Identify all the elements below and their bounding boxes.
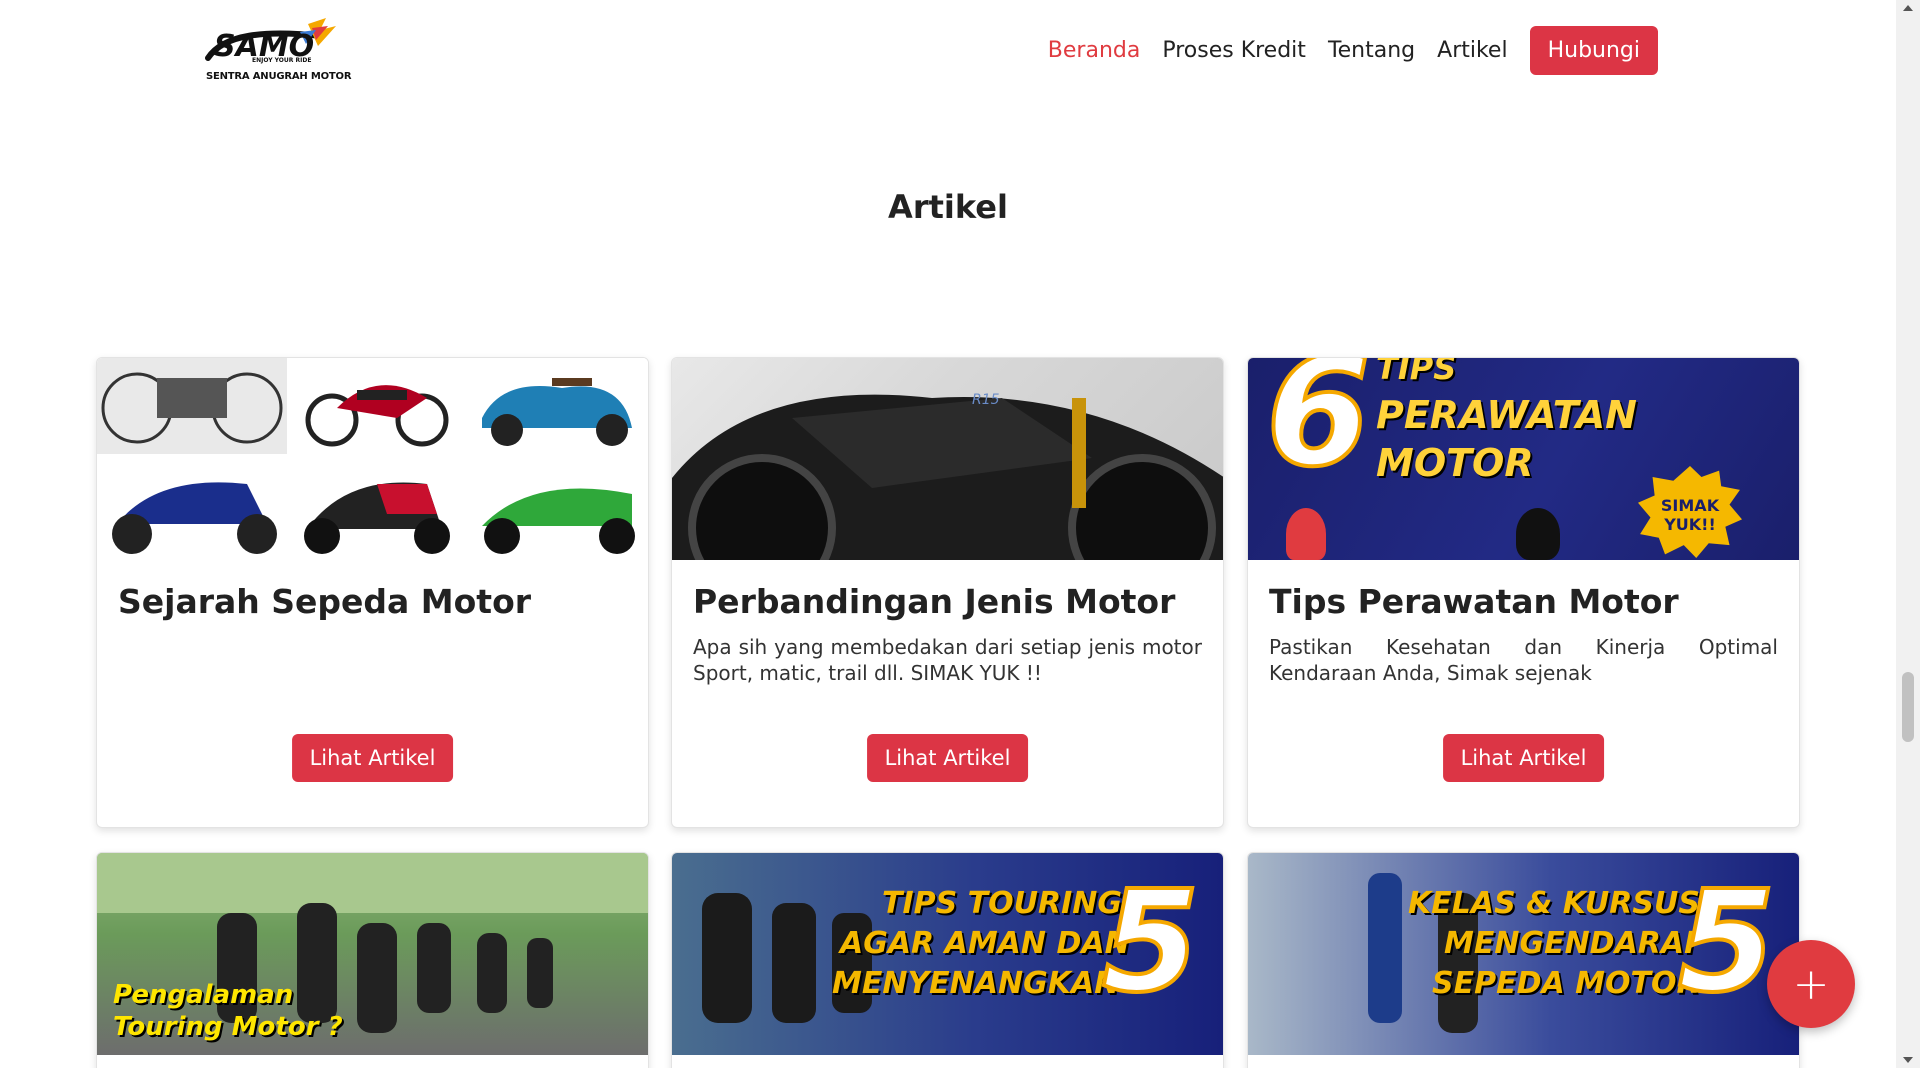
article-title[interactable]: Tips Perawatan Motor: [1269, 582, 1778, 622]
lihat-artikel-button[interactable]: Lihat Artikel: [291, 734, 454, 782]
article-image-sportbike[interactable]: R15: [672, 358, 1223, 560]
article-card: Pengalaman Touring Motor ?: [96, 852, 649, 1068]
simak-yuk-badge: SIMAK YUK!!: [1638, 466, 1742, 558]
page-scrollbar[interactable]: [1896, 0, 1920, 1068]
tile-cub-bike: [287, 358, 462, 454]
article-image-tips-touring[interactable]: TIPS TOURING AGAR AMAN DAN MENYENANGKAN …: [672, 853, 1223, 1055]
lihat-artikel-button[interactable]: Lihat Artikel: [866, 734, 1029, 782]
mascot-icon: [1516, 508, 1560, 560]
svg-text:R15: R15: [972, 392, 1000, 408]
plus-fab-button[interactable]: +: [1767, 940, 1855, 1028]
article-card: Sejarah Sepeda Motor Lihat Artikel: [96, 357, 649, 828]
nav-tentang[interactable]: Tentang: [1328, 38, 1415, 63]
svg-text:ENJOY YOUR RIDE: ENJOY YOUR RIDE: [252, 57, 311, 64]
article-title[interactable]: Perbandingan Jenis Motor: [693, 582, 1202, 622]
tile-red-scooter: [287, 454, 462, 560]
rider-icon: [1286, 508, 1326, 560]
article-description: Apa sih yang membedakan dari setiap jeni…: [693, 634, 1202, 685]
samo-logo-icon: SAMO ENJOY YOUR RIDE: [205, 18, 336, 64]
tile-green-sport: [462, 454, 648, 560]
plus-icon: +: [1792, 958, 1830, 1010]
article-image-touring-experience[interactable]: Pengalaman Touring Motor ?: [97, 853, 648, 1055]
article-card: R15 Perbandingan Jenis Motor Apa sih yan…: [671, 357, 1224, 828]
hubungi-button[interactable]: Hubungi: [1529, 26, 1658, 75]
logo-subtitle: SENTRA ANUGRAH MOTOR: [206, 71, 352, 82]
nav-beranda[interactable]: Beranda: [1048, 38, 1141, 63]
article-card: TIPS TOURING AGAR AMAN DAN MENYENANGKAN …: [671, 852, 1224, 1068]
lihat-artikel-button[interactable]: Lihat Artikel: [1442, 734, 1605, 782]
section-title: Artikel: [888, 188, 1008, 226]
scroll-thumb[interactable]: [1902, 672, 1914, 742]
article-card: 6 TIPS PERAWATAN MOTOR SIMAK YUK!! Tips …: [1247, 357, 1800, 828]
article-image-kursus-mengendarai[interactable]: KELAS & KURSUS MENGENDARAI SEPEDA MOTOR …: [1248, 853, 1799, 1055]
tile-vespa: [462, 358, 648, 454]
article-card: KELAS & KURSUS MENGENDARAI SEPEDA MOTOR …: [1247, 852, 1800, 1068]
brand-logo[interactable]: SAMO ENJOY YOUR RIDE SENTRA ANUGRAH MOTO…: [204, 16, 352, 88]
tile-old-bike: [97, 358, 287, 454]
site-header: SAMO ENJOY YOUR RIDE SENTRA ANUGRAH MOTO…: [0, 0, 1896, 100]
scroll-up-arrow-icon[interactable]: [1903, 5, 1913, 11]
nav-proses-kredit[interactable]: Proses Kredit: [1162, 38, 1306, 63]
nav-artikel[interactable]: Artikel: [1437, 38, 1507, 63]
article-description: Pastikan Kesehatan dan Kinerja Optimal K…: [1269, 634, 1778, 685]
article-image-bikes-collage[interactable]: [97, 358, 648, 560]
tile-blue-bike: [97, 454, 287, 560]
main-nav: Beranda Proses Kredit Tentang Artikel Hu…: [1048, 26, 1658, 75]
article-title[interactable]: Sejarah Sepeda Motor: [118, 582, 627, 622]
scroll-down-arrow-icon[interactable]: [1903, 1057, 1913, 1063]
article-image-tips-perawatan[interactable]: 6 TIPS PERAWATAN MOTOR SIMAK YUK!!: [1248, 358, 1799, 560]
